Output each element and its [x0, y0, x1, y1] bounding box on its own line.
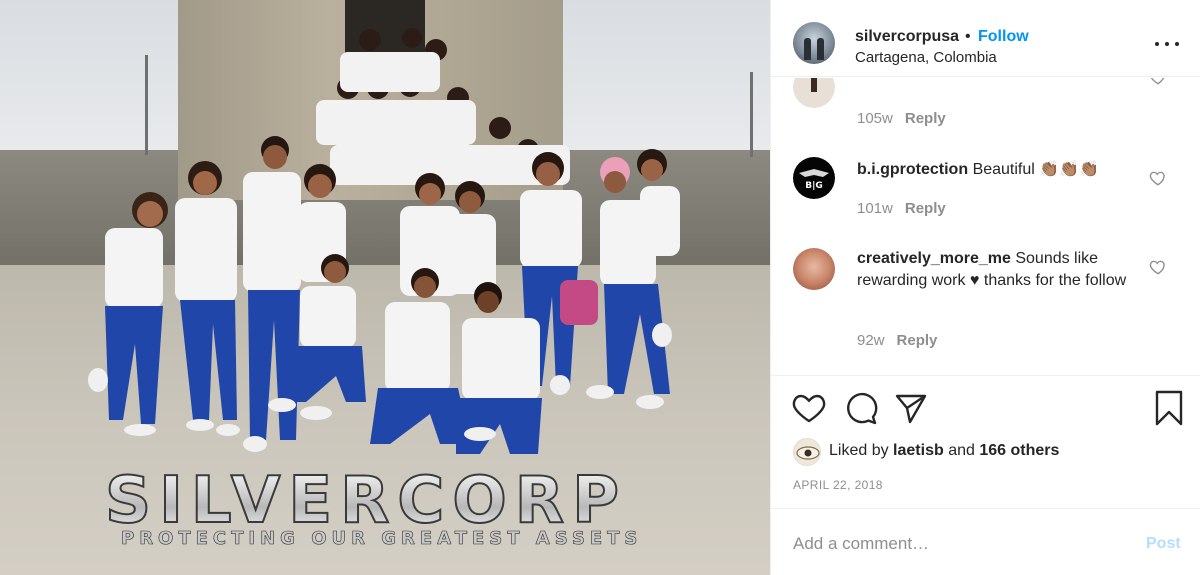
- add-comment-bar: Post: [771, 508, 1200, 575]
- watermark-title: SILVERCORP: [104, 468, 705, 534]
- like-comment-heart-icon[interactable]: [1149, 78, 1167, 86]
- author-avatar[interactable]: [793, 22, 835, 64]
- reply-button[interactable]: Reply: [905, 110, 946, 127]
- author-username[interactable]: silvercorpusa: [855, 28, 959, 46]
- follow-button[interactable]: Follow: [978, 28, 1029, 46]
- silvercorp-watermark: SILVERCORP PROTECTING OUR GREATEST ASSET…: [104, 468, 705, 550]
- header-separator: •: [965, 28, 971, 45]
- commenter-avatar[interactable]: [793, 78, 835, 108]
- comment-meta: 105w Reply: [857, 110, 946, 127]
- commenter-avatar[interactable]: [793, 248, 835, 290]
- comment-age: 92w: [857, 332, 885, 349]
- likes-text: Liked by laetisb and 166 others: [829, 442, 1059, 460]
- post-comment-button[interactable]: Post: [1146, 535, 1181, 553]
- post-header: silvercorpusa • Follow Cartagena, Colomb…: [771, 0, 1200, 77]
- post-actions-bar: [771, 390, 1200, 432]
- add-comment-input[interactable]: [793, 531, 1113, 557]
- post-date[interactable]: APRIL 22, 2018: [793, 478, 883, 492]
- comment-icon[interactable]: [843, 390, 879, 426]
- like-comment-heart-icon[interactable]: [1149, 169, 1167, 187]
- likes-joiner: and: [948, 442, 975, 459]
- comment-username[interactable]: creatively_more_me: [857, 250, 1011, 267]
- comment-body: creatively_more_me Sounds like rewarding…: [857, 248, 1157, 292]
- eye-avatar-icon: [796, 446, 820, 460]
- like-comment-heart-icon[interactable]: [1149, 258, 1167, 276]
- more-horizontal-icon[interactable]: [1151, 32, 1185, 54]
- comment-body: b.i.gprotection Beautiful 👏🏽👏🏽👏🏽: [857, 159, 1157, 181]
- comment-meta: 92w Reply: [857, 332, 937, 349]
- watermark-subtitle: PROTECTING OUR GREATEST ASSETS: [121, 528, 643, 550]
- send-icon[interactable]: [893, 390, 929, 426]
- reply-button[interactable]: Reply: [905, 200, 946, 217]
- likes-user-link[interactable]: laetisb: [893, 442, 944, 459]
- liker-avatar[interactable]: [793, 438, 821, 466]
- comment-text: Beautiful 👏🏽👏🏽👏🏽: [972, 161, 1100, 178]
- comment-meta: 101w Reply: [857, 200, 946, 217]
- likes-prefix: Liked by: [829, 442, 889, 459]
- post-side-panel: silvercorpusa • Follow Cartagena, Colomb…: [770, 0, 1200, 575]
- svg-text:B|G: B|G: [805, 181, 823, 191]
- comments-list[interactable]: 105w Reply B|G b.i.gprotection Beautiful …: [771, 78, 1200, 376]
- comment-age: 105w: [857, 110, 893, 127]
- likes-others-link[interactable]: 166 others: [979, 442, 1059, 459]
- post-location[interactable]: Cartagena, Colombia: [855, 49, 997, 66]
- big-protection-logo-icon: B|G: [799, 169, 829, 191]
- post-photo[interactable]: SILVERCORP PROTECTING OUR GREATEST ASSET…: [0, 0, 770, 575]
- heart-icon[interactable]: [791, 390, 827, 426]
- reply-button[interactable]: Reply: [897, 332, 938, 349]
- avatar-figure-icon: [811, 78, 817, 92]
- comment-username[interactable]: b.i.gprotection: [857, 161, 968, 178]
- commenter-avatar[interactable]: B|G: [793, 157, 835, 199]
- comment-age: 101w: [857, 200, 893, 217]
- bookmark-icon[interactable]: [1151, 390, 1187, 426]
